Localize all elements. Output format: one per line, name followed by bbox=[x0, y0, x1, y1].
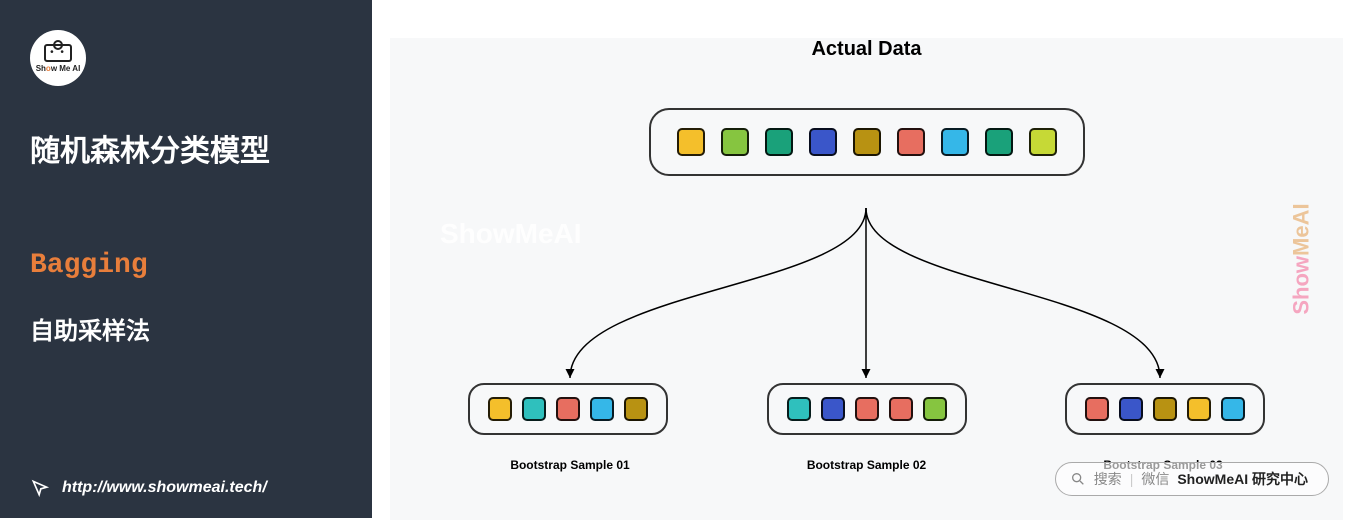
data-chip bbox=[765, 128, 793, 156]
data-chip bbox=[1187, 397, 1211, 421]
sample-node-1 bbox=[468, 383, 668, 435]
subtitle-en: Bagging bbox=[30, 250, 342, 281]
cursor-icon bbox=[30, 478, 50, 498]
data-chip bbox=[1119, 397, 1143, 421]
data-chip bbox=[624, 397, 648, 421]
data-chip bbox=[556, 397, 580, 421]
watermark: ShowMeAI bbox=[440, 218, 582, 250]
data-chip bbox=[855, 397, 879, 421]
search-hint1: 搜索 bbox=[1094, 469, 1122, 489]
page-title: 随机森林分类模型 bbox=[30, 126, 342, 170]
subtitle-cn: 自助采样法 bbox=[30, 311, 342, 346]
data-chip bbox=[677, 128, 705, 156]
diagram-title: Actual Data bbox=[390, 38, 1343, 61]
footer: http://www.showmeai.tech/ bbox=[30, 478, 267, 498]
data-chip bbox=[821, 397, 845, 421]
sample-label-2: Bootstrap Sample 02 bbox=[757, 458, 977, 472]
sample-label-1: Bootstrap Sample 01 bbox=[460, 458, 680, 472]
data-chip bbox=[721, 128, 749, 156]
content: Actual Data ShowMeAI Bootstrap Sample 01… bbox=[372, 0, 1361, 518]
sample-node-2 bbox=[767, 383, 967, 435]
search-strong: ShowMeAI 研究中心 bbox=[1177, 469, 1308, 489]
search-icon bbox=[1070, 471, 1086, 487]
search-pill[interactable]: 搜索 | 微信 ShowMeAI 研究中心 bbox=[1055, 462, 1329, 496]
search-hint2: 微信 bbox=[1141, 469, 1169, 489]
data-chip bbox=[923, 397, 947, 421]
data-chip bbox=[985, 128, 1013, 156]
diagram-canvas: Actual Data ShowMeAI Bootstrap Sample 01… bbox=[390, 38, 1343, 520]
data-chip bbox=[941, 128, 969, 156]
data-chip bbox=[488, 397, 512, 421]
data-chip bbox=[590, 397, 614, 421]
data-chip bbox=[1221, 397, 1245, 421]
data-chip bbox=[1085, 397, 1109, 421]
data-chip bbox=[809, 128, 837, 156]
data-chip bbox=[853, 128, 881, 156]
data-chip bbox=[897, 128, 925, 156]
sample-node-3 bbox=[1065, 383, 1265, 435]
data-chip bbox=[787, 397, 811, 421]
data-chip bbox=[889, 397, 913, 421]
data-chip bbox=[522, 397, 546, 421]
footer-url[interactable]: http://www.showmeai.tech/ bbox=[62, 479, 267, 497]
logo: Show Me AI bbox=[30, 30, 86, 86]
data-chip bbox=[1153, 397, 1177, 421]
data-chip bbox=[1029, 128, 1057, 156]
sidebar: Show Me AI 随机森林分类模型 Bagging 自助采样法 http:/… bbox=[0, 0, 372, 518]
root-node bbox=[649, 108, 1085, 176]
